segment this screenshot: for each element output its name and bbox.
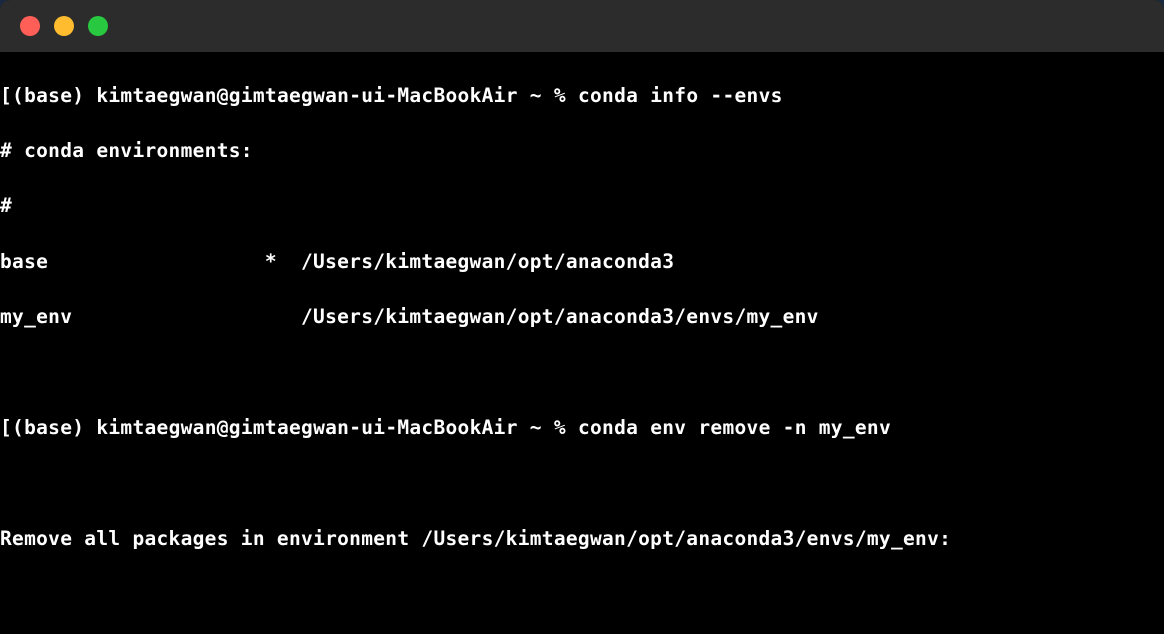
blank-line [0,359,1164,387]
prompt-path: ~ % [518,84,578,107]
prompt-env: (base) [12,84,84,107]
prompt-user: kimtaegwan [96,416,216,439]
prompt-line: [(base) kimtaegwan@gimtaegwan-ui-MacBook… [0,82,1164,110]
output-line: base * /Users/kimtaegwan/opt/anaconda3 [0,248,1164,276]
prompt-host: gimtaegwan-ui-MacBookAir [229,84,518,107]
command-text: conda env remove -n my_env [578,416,891,439]
blank-line [0,469,1164,497]
prompt-host: gimtaegwan-ui-MacBookAir [229,416,518,439]
prompt-user: kimtaegwan [96,84,216,107]
prompt-bracket: [ [0,84,12,107]
terminal-window: [(base) kimtaegwan@gimtaegwan-ui-MacBook… [0,0,1164,634]
output-line: # conda environments: [0,137,1164,165]
prompt-at: @ [217,84,229,107]
minimize-icon[interactable] [54,16,74,36]
prompt-at: @ [217,416,229,439]
title-bar[interactable] [0,0,1164,52]
maximize-icon[interactable] [88,16,108,36]
output-line: my_env /Users/kimtaegwan/opt/anaconda3/e… [0,303,1164,331]
command-text: conda info --envs [578,84,783,107]
blank-line [0,580,1164,608]
terminal-content[interactable]: [(base) kimtaegwan@gimtaegwan-ui-MacBook… [0,52,1164,634]
prompt-bracket: [ [0,416,12,439]
close-icon[interactable] [20,16,40,36]
prompt-path: ~ % [518,416,578,439]
prompt-env: (base) [12,416,84,439]
prompt-line: [(base) kimtaegwan@gimtaegwan-ui-MacBook… [0,414,1164,442]
output-line: # [0,192,1164,220]
output-line: Remove all packages in environment /User… [0,525,1164,553]
